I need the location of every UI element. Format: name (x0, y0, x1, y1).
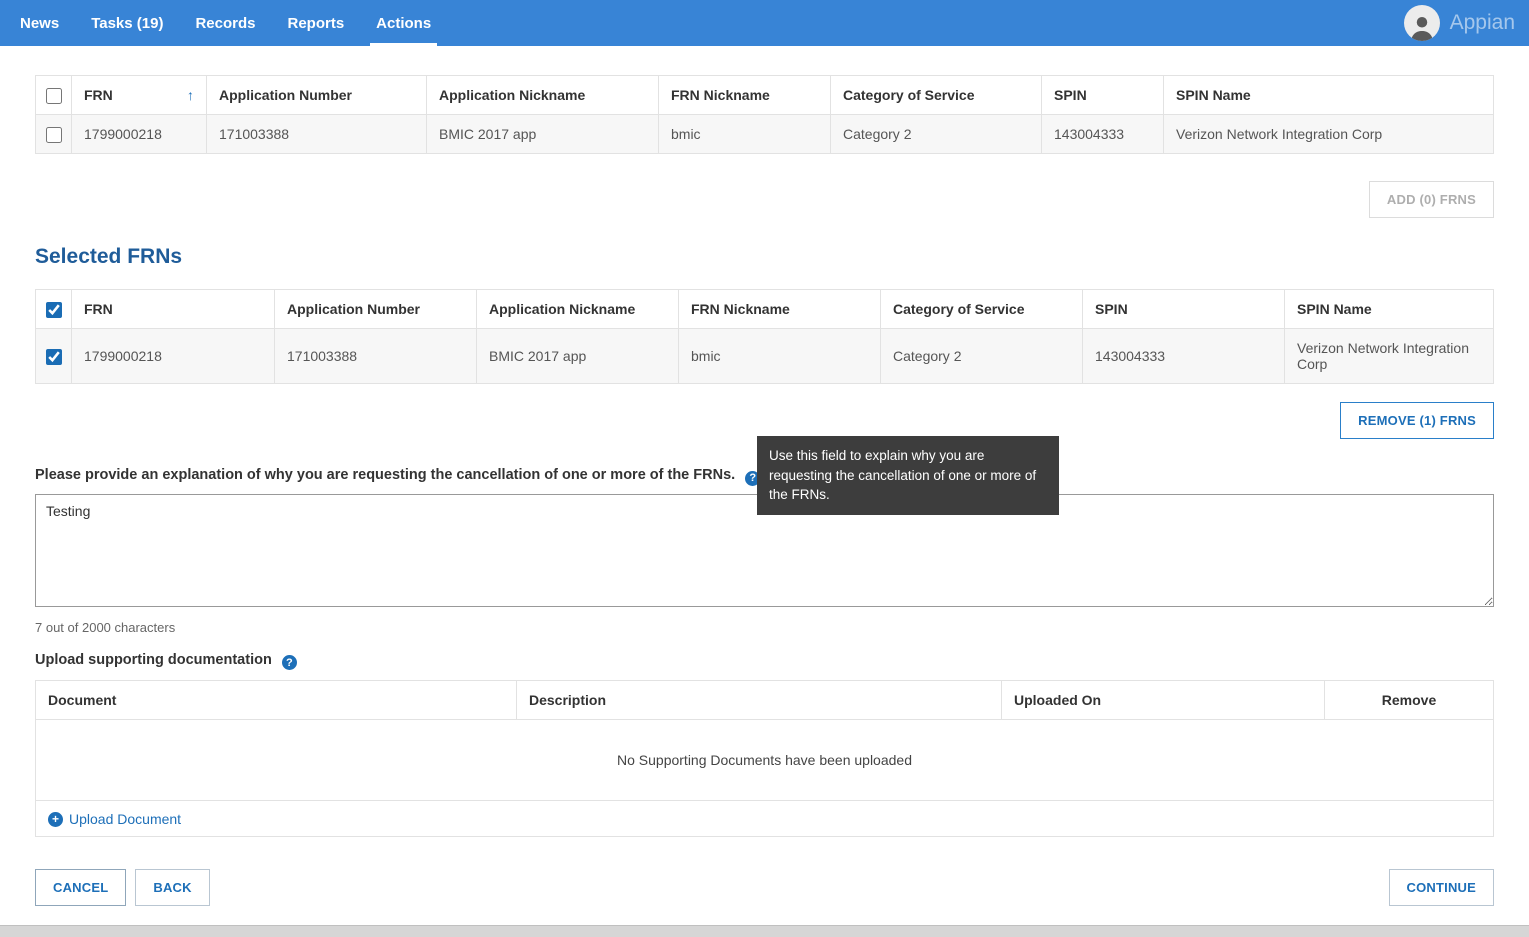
column-header-spin: SPIN (1042, 76, 1164, 115)
cell-spin-name: Verizon Network Integration Corp (1285, 329, 1494, 384)
cell-spin: 143004333 (1042, 115, 1164, 154)
user-area: Appian (1404, 0, 1515, 46)
column-header-spin: SPIN (1083, 290, 1285, 329)
nav-tab-reports[interactable]: Reports (271, 0, 360, 46)
column-header-category-of-service: Category of Service (831, 76, 1042, 115)
nav-tab-tasks[interactable]: Tasks (19) (75, 0, 179, 46)
column-header-spin-name: SPIN Name (1285, 290, 1494, 329)
cell-frn: 1799000218 (72, 329, 275, 384)
page: News Tasks (19) Records Reports Actions … (0, 0, 1529, 937)
upload-document-link[interactable]: + Upload Document (48, 811, 181, 827)
cell-frn-nickname: bmic (659, 115, 831, 154)
continue-button[interactable]: CONTINUE (1389, 869, 1495, 906)
column-header-frn: FRN (84, 87, 113, 103)
table-header-row: FRN Application Number Application Nickn… (36, 290, 1494, 329)
cell-application-number: 171003388 (275, 329, 477, 384)
cell-application-nickname: BMIC 2017 app (477, 329, 679, 384)
empty-state-row: No Supporting Documents have been upload… (36, 720, 1494, 801)
top-nav: News Tasks (19) Records Reports Actions … (0, 0, 1529, 46)
plus-icon: + (48, 812, 63, 827)
upload-documentation-label: Upload supporting documentation ? (35, 652, 1494, 671)
column-header-remove: Remove (1325, 681, 1494, 720)
form-footer: CANCEL BACK CONTINUE (35, 869, 1494, 906)
cell-category-of-service: Category 2 (881, 329, 1083, 384)
upload-link-row: + Upload Document (36, 801, 1494, 837)
cell-category-of-service: Category 2 (831, 115, 1042, 154)
tooltip: Use this field to explain why you are re… (757, 436, 1059, 515)
frn-search-results-table: FRN ↑ Application Number Application Nic… (35, 75, 1494, 154)
back-button[interactable]: BACK (135, 869, 209, 906)
cell-frn-nickname: bmic (679, 329, 881, 384)
supporting-documents-table: Document Description Uploaded On Remove … (35, 680, 1494, 837)
cell-frn: 1799000218 (72, 115, 207, 154)
remove-frns-button[interactable]: REMOVE (1) FRNS (1340, 402, 1494, 439)
page-bottom-strip (0, 925, 1529, 937)
person-icon (1407, 11, 1437, 41)
column-header-category-of-service: Category of Service (881, 290, 1083, 329)
cell-application-number: 171003388 (207, 115, 427, 154)
sort-ascending-icon[interactable]: ↑ (187, 87, 194, 103)
upload-document-link-label: Upload Document (69, 811, 181, 827)
nav-tab-records[interactable]: Records (179, 0, 271, 46)
nav-tab-actions[interactable]: Actions (360, 0, 447, 46)
table-row: 1799000218 171003388 BMIC 2017 app bmic … (36, 329, 1494, 384)
explanation-label-text: Please provide an explanation of why you… (35, 467, 735, 483)
column-header-application-number: Application Number (207, 76, 427, 115)
empty-state-message: No Supporting Documents have been upload… (36, 720, 1494, 801)
column-header-application-nickname: Application Nickname (477, 290, 679, 329)
column-header-document: Document (36, 681, 517, 720)
cell-spin-name: Verizon Network Integration Corp (1164, 115, 1494, 154)
table-row: 1799000218 171003388 BMIC 2017 app bmic … (36, 115, 1494, 154)
cell-application-nickname: BMIC 2017 app (427, 115, 659, 154)
column-header-frn-nickname: FRN Nickname (659, 76, 831, 115)
column-header-frn: FRN (72, 290, 275, 329)
column-header-application-nickname: Application Nickname (427, 76, 659, 115)
column-header-description: Description (517, 681, 1002, 720)
column-header-uploaded-on: Uploaded On (1002, 681, 1325, 720)
selected-frns-table: FRN Application Number Application Nickn… (35, 289, 1494, 384)
user-avatar[interactable] (1404, 5, 1440, 41)
add-frns-button[interactable]: ADD (0) FRNS (1369, 181, 1494, 218)
upload-label-text: Upload supporting documentation (35, 652, 272, 668)
cancel-button[interactable]: CANCEL (35, 869, 126, 906)
column-header-spin-name: SPIN Name (1164, 76, 1494, 115)
row-checkbox[interactable] (46, 127, 62, 143)
cell-spin: 143004333 (1083, 329, 1285, 384)
column-header-application-number: Application Number (275, 290, 477, 329)
select-all-checkbox[interactable] (46, 88, 62, 104)
help-icon[interactable]: ? (282, 655, 297, 670)
nav-tab-news[interactable]: News (4, 0, 75, 46)
nav-tabs: News Tasks (19) Records Reports Actions (4, 0, 447, 46)
table-header-row: Document Description Uploaded On Remove (36, 681, 1494, 720)
table-header-row: FRN ↑ Application Number Application Nic… (36, 76, 1494, 115)
column-header-frn-nickname: FRN Nickname (679, 290, 881, 329)
row-checkbox[interactable] (46, 349, 62, 365)
character-counter: 7 out of 2000 characters (35, 620, 1494, 635)
selected-frns-heading: Selected FRNs (35, 245, 1494, 269)
select-all-checkbox[interactable] (46, 302, 62, 318)
brand-appian: Appian (1450, 11, 1515, 35)
